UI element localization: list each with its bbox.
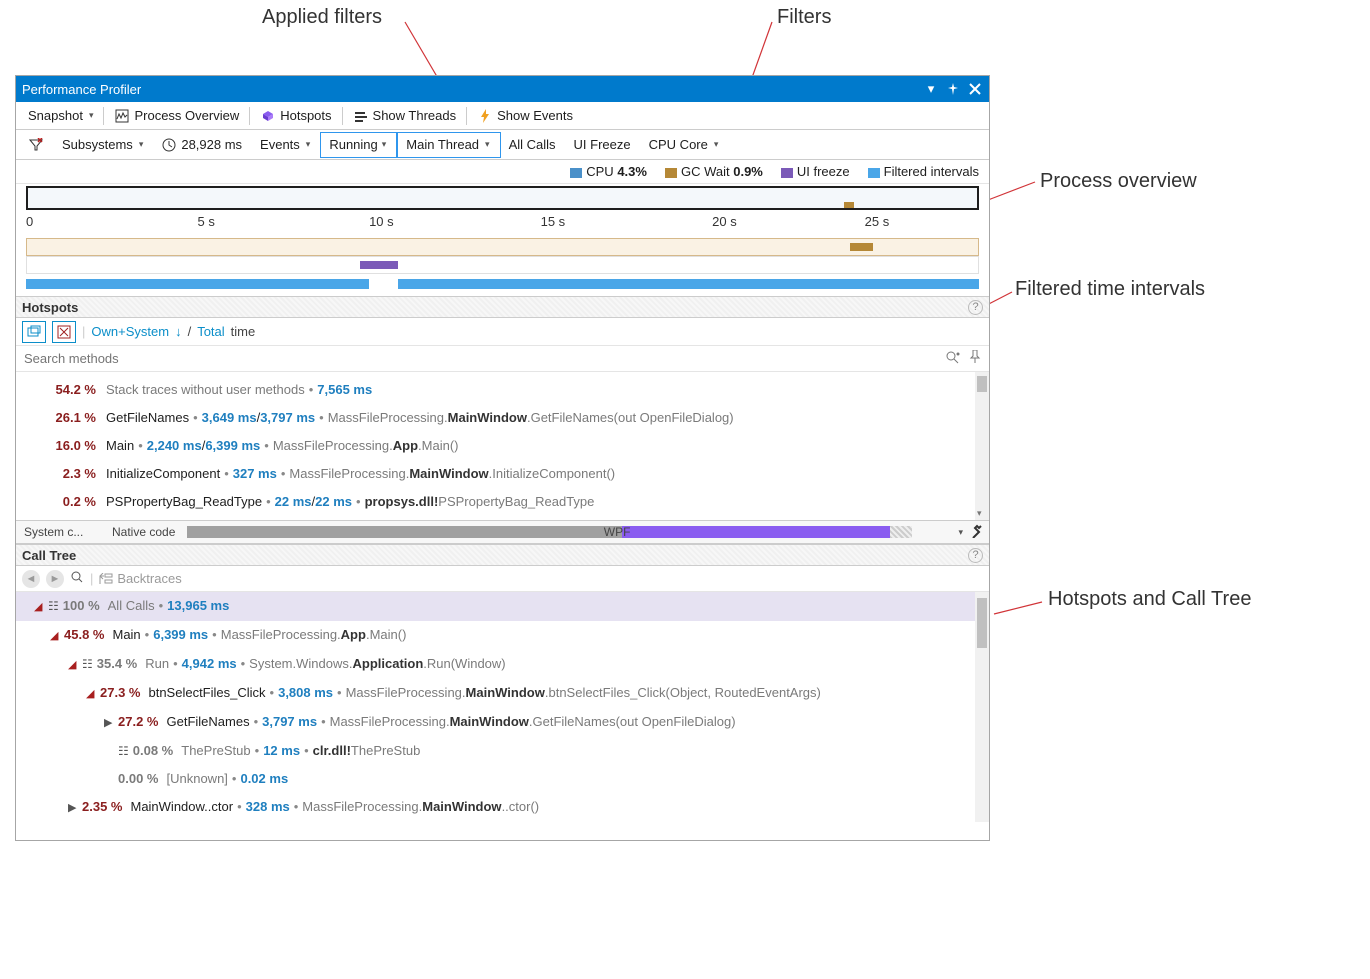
gc-swatch-icon <box>665 168 677 178</box>
calltree-scrollbar[interactable] <box>975 592 989 822</box>
filter-clear-button[interactable] <box>52 321 76 343</box>
wpf-label: WPF <box>596 525 639 539</box>
gc-wait-track[interactable] <box>26 238 979 256</box>
native-code-label: Native code <box>104 525 183 539</box>
wave-icon <box>114 108 130 124</box>
clock-icon <box>161 137 177 153</box>
process-overview-strip[interactable] <box>26 186 979 210</box>
profiler-window: Performance Profiler ▾ Snapshot▾ Process… <box>15 75 990 841</box>
calltree-list: ◢☷100 %All Calls • 13,965 ms◢45.8 %Main … <box>16 592 989 822</box>
all-calls-filter[interactable]: All Calls <box>501 132 566 158</box>
hotspots-header: Hotspots ? <box>16 296 989 318</box>
nav-forward-button[interactable]: ► <box>46 570 64 588</box>
show-events-button[interactable]: Show Events <box>469 103 581 129</box>
close-icon[interactable] <box>967 81 983 97</box>
help-icon[interactable]: ? <box>968 548 983 563</box>
calltree-toolbar: ◄ ► | Backtraces <box>16 566 989 592</box>
backtraces-button[interactable]: Backtraces <box>99 571 181 586</box>
subsystem-breakdown-row: System c... Native code WPF ▾ <box>16 520 989 544</box>
calltree-row[interactable]: ◢27.3 %btnSelectFiles_Click • 3,808 ms •… <box>16 679 989 708</box>
search-input[interactable] <box>24 351 937 366</box>
calltree-row[interactable]: ☷0.08 %ThePreStub • 12 ms • clr.dll!TheP… <box>16 737 989 765</box>
process-overview-button[interactable]: Process Overview <box>106 103 247 129</box>
uifreeze-swatch-icon <box>781 168 793 178</box>
window-menu-icon[interactable]: ▾ <box>923 81 939 97</box>
calltree-header: Call Tree ? <box>16 544 989 566</box>
configure-icon[interactable] <box>963 524 989 541</box>
threads-icon <box>353 108 369 124</box>
main-thread-filter[interactable]: Main Thread▾ <box>397 132 500 158</box>
own-system-link[interactable]: Own+System <box>91 324 169 339</box>
window-title: Performance Profiler <box>22 82 141 97</box>
search-icon[interactable] <box>70 570 84 587</box>
collapse-button[interactable] <box>22 321 46 343</box>
subsystem-barchart <box>187 526 911 538</box>
time-total-display[interactable]: 28,928 ms <box>153 132 252 158</box>
hotspot-row[interactable]: 26.1 %GetFileNames • 3,649 ms / 3,797 ms… <box>16 404 989 432</box>
hotspots-scrollbar[interactable]: ▾ <box>975 372 989 520</box>
main-toolbar: Snapshot▾ Process Overview Hotspots Show… <box>16 102 989 130</box>
total-link[interactable]: Total <box>197 324 224 339</box>
hotspot-row[interactable]: 0.2 %PSPropertyBag_ReadType • 22 ms / 22… <box>16 488 989 516</box>
calltree-row[interactable]: 0.00 %[Unknown] • 0.02 ms <box>16 765 989 793</box>
hotspots-subtoolbar: | Own+System↓ / Total time <box>16 318 989 346</box>
pin-results-icon[interactable] <box>969 350 981 367</box>
calltree-row[interactable]: ◢45.8 %Main • 6,399 ms • MassFileProcess… <box>16 621 989 650</box>
titlebar: Performance Profiler ▾ <box>16 76 989 102</box>
cpu-core-filter[interactable]: CPU Core▾ <box>641 132 729 158</box>
filtered-intervals-track[interactable] <box>26 276 979 292</box>
cube-icon <box>260 108 276 124</box>
hotspots-list: 54.2 %Stack traces without user methods … <box>16 372 989 520</box>
pin-icon[interactable] <box>945 81 961 97</box>
clear-filters-button[interactable] <box>20 132 54 158</box>
hotspot-row[interactable]: 54.2 %Stack traces without user methods … <box>16 376 989 404</box>
calltree-row[interactable]: ▶27.2 %GetFileNames • 3,797 ms • MassFil… <box>16 708 989 737</box>
search-options-icon[interactable] <box>945 350 961 367</box>
filter-toolbar: Subsystems▾ 28,928 ms Events▾ Running▾ M… <box>16 130 989 160</box>
hotspots-button[interactable]: Hotspots <box>252 103 339 129</box>
cpu-metric: CPU 4.3% <box>570 164 647 179</box>
hotspots-search-row <box>16 346 989 372</box>
snapshot-button[interactable]: Snapshot▾ <box>20 103 101 129</box>
hotspot-row[interactable]: 16.0 %Main • 2,240 ms / 6,399 ms • MassF… <box>16 432 989 460</box>
hotspot-row[interactable]: 2.3 %InitializeComponent • 327 ms • Mass… <box>16 460 989 488</box>
calltree-row[interactable]: ▶2.35 %MainWindow..ctor • 328 ms • MassF… <box>16 793 989 822</box>
filtered-metric: Filtered intervals <box>868 164 979 179</box>
nav-back-button[interactable]: ◄ <box>22 570 40 588</box>
running-filter[interactable]: Running▾ <box>320 132 397 158</box>
ui-freeze-track[interactable] <box>26 256 979 274</box>
lightning-icon <box>477 108 493 124</box>
uifreeze-metric: UI freeze <box>781 164 850 179</box>
filtered-swatch-icon <box>868 168 880 178</box>
ui-freeze-filter[interactable]: UI Freeze <box>566 132 641 158</box>
funnel-x-icon <box>28 137 44 153</box>
show-threads-button[interactable]: Show Threads <box>345 103 465 129</box>
gc-metric: GC Wait 0.9% <box>665 164 763 179</box>
calltree-row[interactable]: ◢☷35.4 %Run • 4,942 ms • System.Windows.… <box>16 650 989 679</box>
metrics-legend: CPU 4.3% GC Wait 0.9% UI freeze Filtered… <box>16 160 989 184</box>
subsystems-filter[interactable]: Subsystems▾ <box>54 132 153 158</box>
help-icon[interactable]: ? <box>968 300 983 315</box>
events-filter[interactable]: Events▾ <box>252 132 320 158</box>
cpu-swatch-icon <box>570 168 582 178</box>
calltree-row[interactable]: ◢☷100 %All Calls • 13,965 ms <box>16 592 989 621</box>
timeline-ruler[interactable]: 0 5 s 10 s 15 s 20 s 25 s <box>26 216 979 238</box>
system-code-label: System c... <box>16 525 104 539</box>
